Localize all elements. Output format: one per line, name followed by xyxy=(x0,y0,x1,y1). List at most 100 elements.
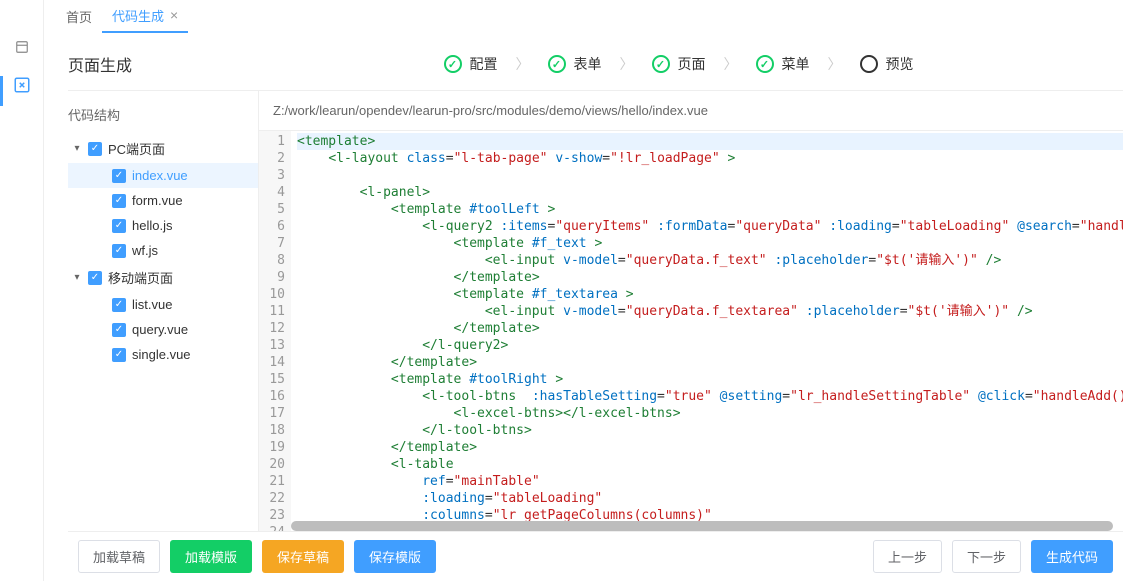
chevron-right-icon: 〉 xyxy=(828,54,842,74)
tree-node[interactable]: query.vue xyxy=(68,317,258,342)
editor-panel: Z:/work/learun/opendev/learun-pro/src/mo… xyxy=(258,91,1123,531)
file-tree: ▾PC端页面index.vue form.vue hello.js wf.js ▾移动端… xyxy=(68,134,258,531)
code-line[interactable]: ref="mainTable" xyxy=(297,473,1123,490)
line-number: 15 xyxy=(259,371,285,388)
code-line[interactable]: <l-panel> xyxy=(297,184,1123,201)
code-line[interactable]: </l-query2> xyxy=(297,337,1123,354)
code-line[interactable]: <template #toolRight > xyxy=(297,371,1123,388)
left-rail xyxy=(0,0,44,581)
step-label: 配置 xyxy=(470,54,498,74)
code-line[interactable]: </template> xyxy=(297,439,1123,456)
line-number: 13 xyxy=(259,337,285,354)
code-line[interactable]: <l-excel-btns></l-excel-btns> xyxy=(297,405,1123,422)
tree-label: single.vue xyxy=(132,347,191,362)
code-line[interactable]: </template> xyxy=(297,354,1123,371)
load-draft-button[interactable]: 加载草稿 xyxy=(78,540,160,573)
tree-label: wf.js xyxy=(132,243,158,258)
step[interactable]: 表单 xyxy=(548,54,602,74)
step[interactable]: 菜单 xyxy=(756,54,810,74)
code-line[interactable]: <template #f_text > xyxy=(297,235,1123,252)
check-icon xyxy=(652,55,670,73)
code-line[interactable]: </template> xyxy=(297,320,1123,337)
code-line[interactable]: <template> xyxy=(297,133,1123,150)
tree-node[interactable]: form.vue xyxy=(68,188,258,213)
line-number: 21 xyxy=(259,473,285,490)
tab[interactable]: 首页 xyxy=(56,0,102,33)
code-line[interactable]: </template> xyxy=(297,269,1123,286)
code-line[interactable]: :loading="tableLoading" xyxy=(297,490,1123,507)
prev-step-button[interactable]: 上一步 xyxy=(873,540,942,573)
generate-code-button[interactable]: 生成代码 xyxy=(1031,540,1113,573)
line-number: 20 xyxy=(259,456,285,473)
code-line[interactable] xyxy=(297,167,1123,184)
check-icon xyxy=(548,55,566,73)
line-number: 4 xyxy=(259,184,285,201)
chevron-right-icon: 〉 xyxy=(724,54,738,74)
step[interactable]: 配置 xyxy=(444,54,498,74)
line-number: 5 xyxy=(259,201,285,218)
header: 页面生成 配置〉表单〉页面〉菜单〉预览 xyxy=(68,38,1123,91)
checkbox-icon[interactable] xyxy=(112,348,126,362)
save-draft-button[interactable]: 保存草稿 xyxy=(262,540,344,573)
tab[interactable]: 代码生成 × xyxy=(102,0,188,33)
chevron-right-icon: 〉 xyxy=(620,54,634,74)
code-editor[interactable]: 1234567891011121314151617181920212223242… xyxy=(259,131,1123,531)
line-number: 8 xyxy=(259,252,285,269)
tree-label: form.vue xyxy=(132,193,183,208)
checkbox-icon[interactable] xyxy=(112,298,126,312)
code-line[interactable]: <el-input v-model="queryData.f_textarea"… xyxy=(297,303,1123,320)
checkbox-icon[interactable] xyxy=(88,142,102,156)
tab-label: 代码生成 xyxy=(112,6,164,25)
tree-node[interactable]: ▾移动端页面 xyxy=(68,263,258,292)
step-label: 页面 xyxy=(678,54,706,74)
checkbox-icon[interactable] xyxy=(112,169,126,183)
page-title: 页面生成 xyxy=(68,52,258,76)
horizontal-scrollbar[interactable] xyxy=(291,521,1113,531)
step[interactable]: 预览 xyxy=(860,54,914,74)
code-line[interactable]: <l-table xyxy=(297,456,1123,473)
code-line[interactable]: <l-layout class="l-tab-page" v-show="!lr… xyxy=(297,150,1123,167)
step-label: 预览 xyxy=(886,54,914,74)
checkbox-icon[interactable] xyxy=(112,194,126,208)
tree-label: hello.js xyxy=(132,218,172,233)
step[interactable]: 页面 xyxy=(652,54,706,74)
expand-icon[interactable]: ▾ xyxy=(72,272,82,283)
load-template-button[interactable]: 加载模版 xyxy=(170,540,252,573)
checkbox-icon[interactable] xyxy=(112,244,126,258)
code-line[interactable]: <el-input v-model="queryData.f_text" :pl… xyxy=(297,252,1123,269)
code-line[interactable]: <template #f_textarea > xyxy=(297,286,1123,303)
check-icon xyxy=(756,55,774,73)
expand-icon[interactable]: ▾ xyxy=(72,143,82,154)
code-line[interactable]: <l-query2 :items="queryItems" :formData=… xyxy=(297,218,1123,235)
code-line[interactable]: </l-tool-btns> xyxy=(297,422,1123,439)
layout-icon[interactable] xyxy=(13,40,31,54)
tree-node[interactable]: wf.js xyxy=(68,238,258,263)
tree-title: 代码结构 xyxy=(68,91,258,134)
code-line[interactable]: <template #toolLeft > xyxy=(297,201,1123,218)
edit-icon[interactable] xyxy=(13,76,31,90)
tree-node[interactable]: index.vue xyxy=(68,163,258,188)
line-number: 14 xyxy=(259,354,285,371)
line-number: 3 xyxy=(259,167,285,184)
next-step-button[interactable]: 下一步 xyxy=(952,540,1021,573)
checkbox-icon[interactable] xyxy=(112,323,126,337)
code-line[interactable]: <l-tool-btns :hasTableSetting="true" @se… xyxy=(297,388,1123,405)
checkbox-icon[interactable] xyxy=(88,271,102,285)
rail-active-indicator xyxy=(0,76,3,106)
tab-label: 首页 xyxy=(66,7,92,26)
checkbox-icon[interactable] xyxy=(112,219,126,233)
line-number: 19 xyxy=(259,439,285,456)
tree-node[interactable]: single.vue xyxy=(68,342,258,367)
line-number: 18 xyxy=(259,422,285,439)
tree-node[interactable]: ▾PC端页面 xyxy=(68,134,258,163)
line-number: 9 xyxy=(259,269,285,286)
tree-node[interactable]: hello.js xyxy=(68,213,258,238)
close-icon[interactable]: × xyxy=(170,7,178,23)
tree-panel: 代码结构 ▾PC端页面index.vue form.vue hello.js wf.j… xyxy=(68,91,258,531)
tree-node[interactable]: list.vue xyxy=(68,292,258,317)
line-number: 16 xyxy=(259,388,285,405)
save-template-button[interactable]: 保存模版 xyxy=(354,540,436,573)
line-number: 12 xyxy=(259,320,285,337)
tree-label: query.vue xyxy=(132,322,188,337)
step-label: 表单 xyxy=(574,54,602,74)
